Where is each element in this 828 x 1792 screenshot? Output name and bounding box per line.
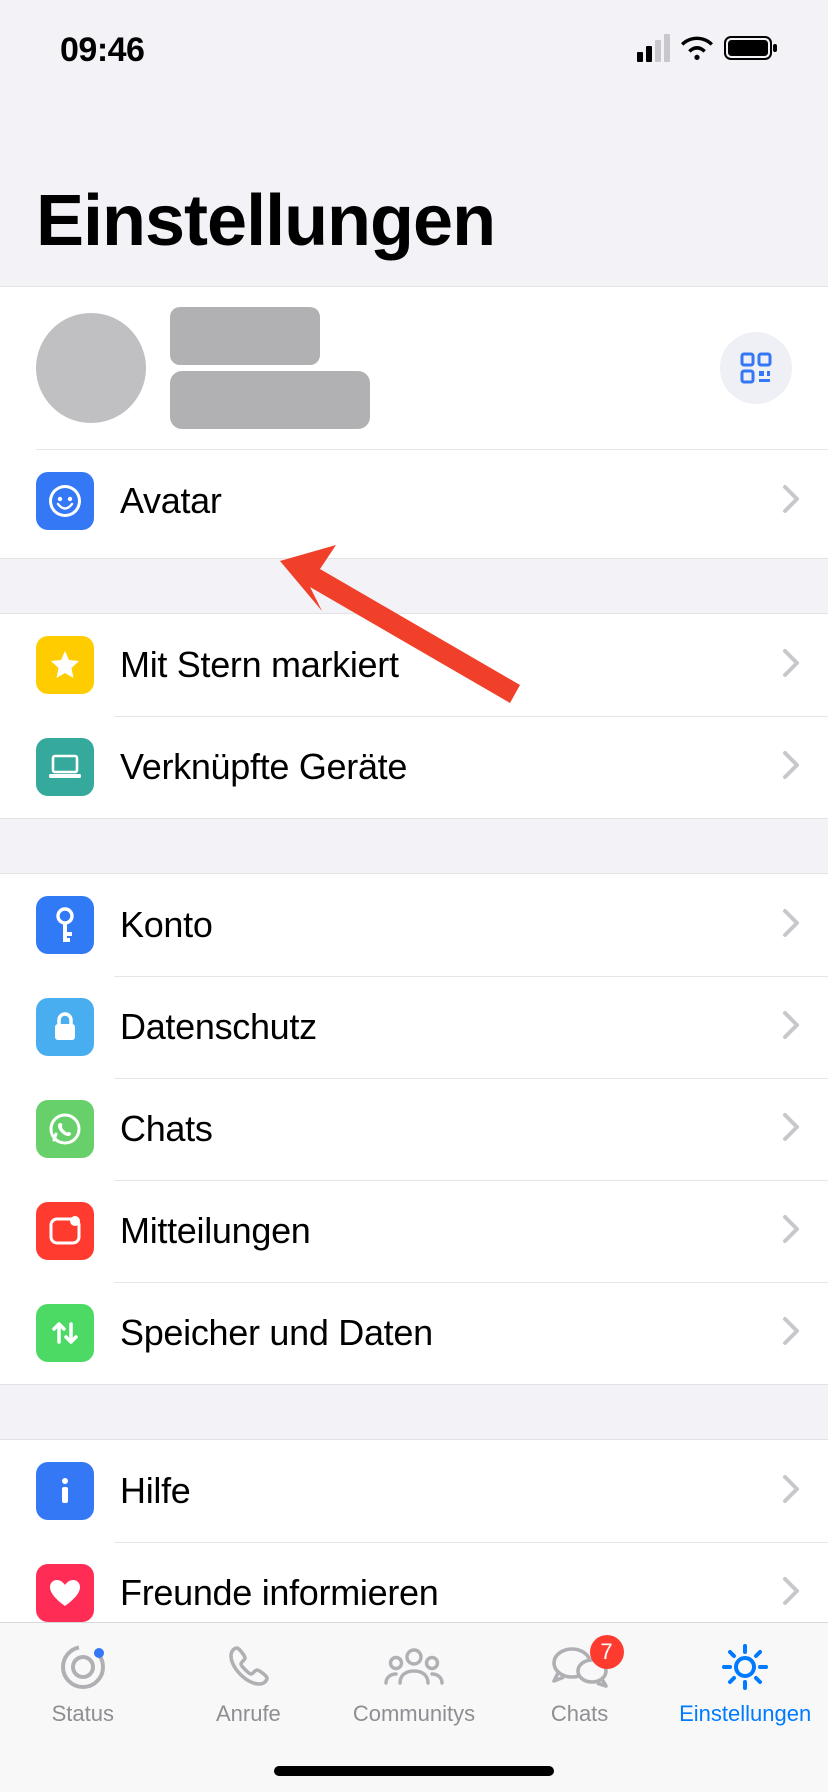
chats-row[interactable]: Chats: [0, 1078, 828, 1180]
chevron-right-icon: [782, 1316, 800, 1351]
chevron-right-icon: [782, 1112, 800, 1147]
star-icon: [36, 636, 94, 694]
laptop-icon: [36, 738, 94, 796]
chevron-right-icon: [782, 1576, 800, 1611]
status-bar: 09:46: [0, 0, 828, 100]
chevron-right-icon: [782, 484, 800, 519]
chats-badge: 7: [590, 1635, 624, 1669]
phone-icon: [223, 1639, 273, 1695]
privacy-row[interactable]: Datenschutz: [0, 976, 828, 1078]
profile-name: [170, 307, 720, 429]
tab-chats-label: Chats: [551, 1701, 608, 1727]
tab-status[interactable]: Status: [0, 1639, 166, 1792]
chevron-right-icon: [782, 908, 800, 943]
avatar-label: Avatar: [120, 480, 782, 522]
people-icon: [382, 1639, 446, 1695]
battery-icon: [724, 35, 780, 66]
privacy-label: Datenschutz: [120, 1006, 782, 1048]
tab-status-label: Status: [52, 1701, 114, 1727]
wifi-icon: [680, 35, 714, 66]
chevron-right-icon: [782, 750, 800, 785]
tab-communities-label: Communitys: [353, 1701, 475, 1727]
arrows-up-down-icon: [36, 1304, 94, 1362]
storage-row[interactable]: Speicher und Daten: [0, 1282, 828, 1384]
page-title: Einstellungen: [36, 180, 792, 262]
status-icon: [57, 1639, 109, 1695]
lock-icon: [36, 998, 94, 1056]
cellular-signal-icon: [637, 38, 670, 62]
chevron-right-icon: [782, 1010, 800, 1045]
account-label: Konto: [120, 904, 782, 946]
key-icon: [36, 896, 94, 954]
profile-section: Avatar: [0, 286, 828, 559]
linked-devices-label: Verknüpfte Geräte: [120, 746, 782, 788]
account-section: Konto Datenschutz Chats Mitteilungen: [0, 873, 828, 1385]
avatar-row[interactable]: Avatar: [0, 450, 828, 552]
tab-calls-label: Anrufe: [216, 1701, 281, 1727]
page-header: Einstellungen: [0, 100, 828, 286]
avatar: [36, 313, 146, 423]
help-label: Hilfe: [120, 1470, 782, 1512]
starred-label: Mit Stern markiert: [120, 644, 782, 686]
starred-section: Mit Stern markiert Verknüpfte Geräte: [0, 613, 828, 819]
profile-row[interactable]: [0, 287, 828, 449]
tab-settings[interactable]: Einstellungen: [662, 1639, 828, 1792]
qr-code-button[interactable]: [720, 332, 792, 404]
storage-label: Speicher und Daten: [120, 1312, 782, 1354]
chevron-right-icon: [782, 648, 800, 683]
status-time: 09:46: [60, 31, 144, 70]
chevron-right-icon: [782, 1474, 800, 1509]
info-icon: [36, 1462, 94, 1520]
home-indicator: [274, 1766, 554, 1776]
avatar-face-icon: [36, 472, 94, 530]
gear-icon: [720, 1639, 770, 1695]
help-row[interactable]: Hilfe: [0, 1440, 828, 1542]
qr-code-icon: [740, 352, 772, 384]
linked-devices-row[interactable]: Verknüpfte Geräte: [0, 716, 828, 818]
starred-row[interactable]: Mit Stern markiert: [0, 614, 828, 716]
status-indicators: [637, 35, 780, 66]
tab-settings-label: Einstellungen: [679, 1701, 811, 1727]
chevron-right-icon: [782, 1214, 800, 1249]
whatsapp-icon: [36, 1100, 94, 1158]
heart-icon: [36, 1564, 94, 1622]
help-section: Hilfe Freunde informieren: [0, 1439, 828, 1645]
account-row[interactable]: Konto: [0, 874, 828, 976]
tell-friends-label: Freunde informieren: [120, 1572, 782, 1614]
notifications-row[interactable]: Mitteilungen: [0, 1180, 828, 1282]
chats-label: Chats: [120, 1108, 782, 1150]
notification-badge-icon: [36, 1202, 94, 1260]
notifications-label: Mitteilungen: [120, 1210, 782, 1252]
